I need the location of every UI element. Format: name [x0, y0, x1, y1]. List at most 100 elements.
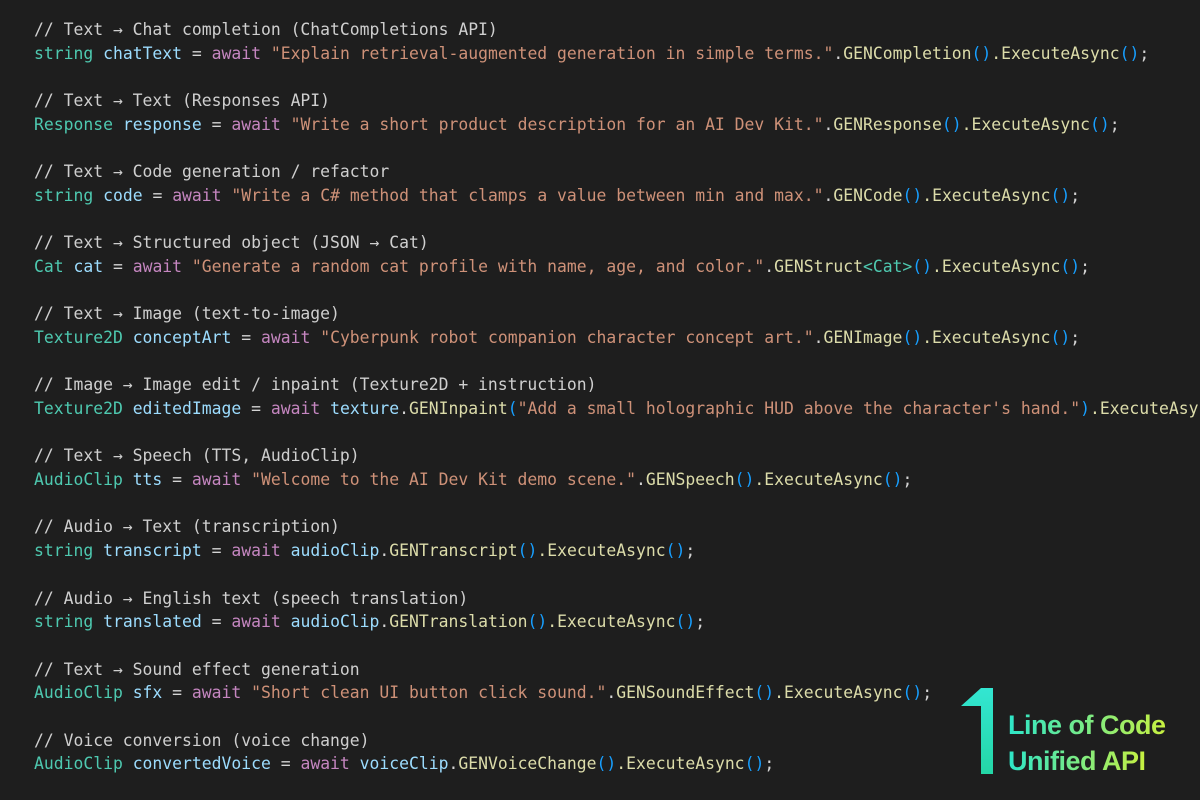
code-comment-line: // Text → Code generation / refactor [34, 160, 1200, 184]
code-statement-line: AudioClip tts = await "Welcome to the AI… [34, 468, 1200, 492]
open-paren: ( [734, 470, 745, 490]
call-target: audioClip [290, 612, 380, 632]
open-paren: ( [902, 185, 913, 205]
variable-name: response [122, 114, 202, 134]
call-target: "Write a C# method that clamps a value b… [231, 185, 824, 205]
method-name: GENSpeech [645, 470, 735, 490]
comment-text: // Image → Image edit / inpaint (Texture… [34, 375, 597, 395]
call-target: voiceClip [359, 754, 449, 774]
close-paren: ) [922, 256, 933, 276]
execute-call: .ExecuteAsync [774, 683, 903, 703]
type-name: Texture2D [34, 399, 123, 418]
comment-text: // Text → Speech (TTS, AudioClip) [34, 446, 360, 466]
await-keyword: await [300, 754, 350, 774]
comment-text: // Audio → English text (speech translat… [34, 588, 469, 608]
assign-operator: = [201, 541, 232, 561]
method-argument: "Add a small holographic HUD above the c… [517, 399, 1081, 418]
execute-call: .ExecuteAsync [537, 541, 666, 561]
variable-name: transcript [103, 541, 202, 561]
await-keyword: await [132, 256, 183, 276]
dot: . [379, 541, 390, 561]
comment-text: // Text → Sound effect generation [34, 659, 360, 679]
close-paren: ) [744, 470, 755, 490]
dot: . [833, 43, 844, 63]
method-name: GENTranscript [389, 541, 518, 561]
generic-arg: <Cat> [862, 256, 913, 276]
await-keyword: await [231, 114, 281, 134]
code-comment-line: // Text → Speech (TTS, AudioClip) [34, 444, 1200, 468]
code-comment-line: // Text → Image (text-to-image) [34, 302, 1200, 326]
dot: . [813, 327, 824, 347]
close-paren: ) [764, 683, 775, 703]
execute-call: .ExecuteAsync [616, 754, 745, 774]
execute-call: .ExecuteAsync [922, 327, 1051, 347]
close-paren: ) [1129, 43, 1140, 63]
code-statement-line: Cat cat = await "Generate a random cat p… [34, 255, 1200, 279]
code-comment-line: // Text → Text (Responses API) [34, 89, 1200, 113]
semicolon: ; [1070, 327, 1081, 347]
variable-name: convertedVoice [132, 754, 271, 774]
type-name: string [34, 185, 94, 205]
call-target: "Cyberpunk robot companion character con… [320, 327, 814, 347]
type-name: string [34, 612, 94, 632]
close-paren: ) [951, 114, 962, 134]
close-paren: ) [1099, 114, 1110, 134]
comment-text: // Audio → Text (transcription) [34, 517, 340, 537]
call-target: "Write a short product description for a… [290, 114, 824, 134]
open-paren: ( [902, 327, 913, 347]
assign-operator: = [231, 327, 261, 347]
await-keyword: await [172, 185, 222, 205]
tagline-line-of-code: Line of Code [1008, 710, 1166, 740]
open-paren: ( [1089, 114, 1100, 134]
open-paren: ( [507, 399, 518, 418]
code-comment-line: // Text → Chat completion (ChatCompletio… [34, 18, 1200, 42]
branding-badge: Line of Code Unified API [955, 684, 1195, 780]
comment-text: // Text → Structured object (JSON → Cat) [34, 233, 429, 253]
call-target: "Generate a random cat profile with name… [191, 256, 765, 276]
close-paren: ) [1080, 399, 1090, 418]
close-paren: ) [1060, 327, 1071, 347]
variable-name: editedImage [132, 399, 242, 418]
type-name: string [34, 43, 94, 63]
close-paren: ) [527, 541, 538, 561]
open-paren: ( [744, 754, 755, 774]
execute-call: .ExecuteAsync [922, 185, 1051, 205]
close-paren: ) [606, 754, 617, 774]
assign-operator: = [201, 612, 232, 632]
call-target: "Welcome to the AI Dev Kit demo scene." [251, 470, 636, 490]
open-paren: ( [517, 541, 528, 561]
method-name: GENStruct [774, 256, 863, 276]
type-name: Texture2D [34, 327, 123, 347]
type-name: AudioClip [34, 470, 123, 490]
assign-operator: = [162, 470, 192, 490]
code-block: // Text → Chat completion (ChatCompletio… [34, 18, 1200, 776]
comment-text: // Voice conversion (voice change) [34, 730, 370, 750]
open-paren: ( [1050, 185, 1061, 205]
type-name: Response [34, 114, 113, 134]
execute-call: .ExecuteAsync [991, 43, 1120, 63]
call-target: audioClip [290, 541, 380, 561]
open-paren: ( [596, 754, 607, 774]
code-statement-line: string translated = await audioClip.GENT… [34, 610, 1200, 634]
open-paren: ( [675, 612, 686, 632]
dot: . [399, 399, 410, 418]
dot: . [635, 470, 646, 490]
assign-operator: = [241, 399, 271, 418]
close-paren: ) [1060, 185, 1071, 205]
variable-name: cat [73, 256, 104, 276]
type-name: AudioClip [34, 683, 123, 703]
call-target: texture [330, 399, 400, 418]
